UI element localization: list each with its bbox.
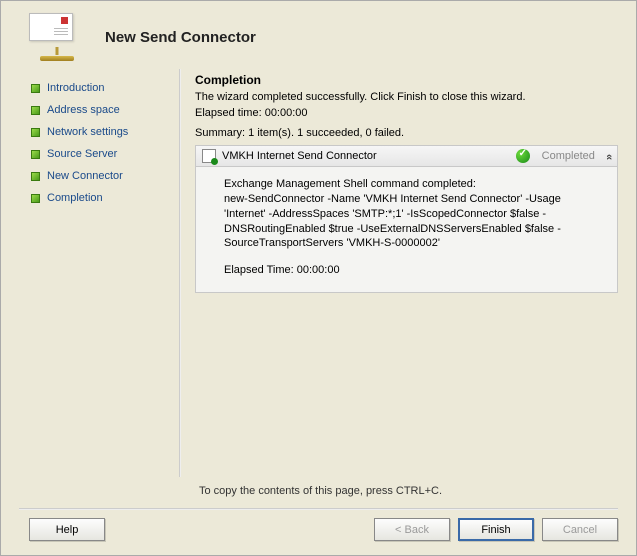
sidebar-item-label: Network settings [47, 126, 128, 138]
vertical-divider [179, 69, 181, 477]
shell-intro: Exchange Management Shell command comple… [224, 177, 605, 192]
button-bar: Help < Back Finish Cancel [1, 518, 636, 541]
help-button[interactable]: Help [29, 518, 105, 541]
step-bullet-icon [31, 128, 40, 137]
step-bullet-icon [31, 84, 40, 93]
sidebar-item-label: Source Server [47, 148, 117, 160]
shell-command: new-SendConnector -Name 'VMKH Internet S… [224, 192, 605, 251]
wizard-steps-sidebar: Introduction Address space Network setti… [29, 69, 179, 477]
summary-line: Summary: 1 item(s). 1 succeeded, 0 faile… [195, 127, 618, 139]
step-bullet-icon [31, 194, 40, 203]
back-button: < Back [374, 518, 450, 541]
elapsed-time: Elapsed time: 00:00:00 [195, 107, 618, 119]
connector-icon [202, 149, 216, 163]
result-item-name: VMKH Internet Send Connector [222, 150, 510, 162]
sidebar-item-network-settings: Network settings [29, 121, 179, 143]
sidebar-item-label: Address space [47, 104, 120, 116]
mail-connector-icon [29, 13, 85, 61]
content-heading: Completion [195, 73, 618, 87]
collapse-chevron-icon[interactable]: « [603, 154, 615, 158]
step-bullet-icon [31, 106, 40, 115]
sidebar-item-source-server: Source Server [29, 143, 179, 165]
result-item-body: Exchange Management Shell command comple… [195, 167, 618, 293]
sidebar-item-introduction: Introduction [29, 77, 179, 99]
result-item-header[interactable]: VMKH Internet Send Connector Completed « [195, 145, 618, 167]
step-bullet-icon [31, 150, 40, 159]
copy-hint: To copy the contents of this page, press… [199, 485, 442, 497]
sidebar-item-completion: Completion [29, 187, 179, 209]
sidebar-item-new-connector: New Connector [29, 165, 179, 187]
wizard-title: New Send Connector [105, 29, 256, 46]
sidebar-item-label: Completion [47, 192, 103, 204]
step-bullet-icon [31, 172, 40, 181]
wizard-header: New Send Connector [1, 1, 636, 69]
cancel-button: Cancel [542, 518, 618, 541]
content-subheading: The wizard completed successfully. Click… [195, 91, 618, 103]
sidebar-item-label: New Connector [47, 170, 123, 182]
result-item-status: Completed [542, 150, 595, 162]
sidebar-item-address-space: Address space [29, 99, 179, 121]
success-check-icon [516, 149, 530, 163]
content-pane: Completion The wizard completed successf… [195, 69, 618, 477]
finish-button[interactable]: Finish [458, 518, 534, 541]
item-elapsed-time: Elapsed Time: 00:00:00 [224, 263, 605, 278]
sidebar-item-label: Introduction [47, 82, 104, 94]
